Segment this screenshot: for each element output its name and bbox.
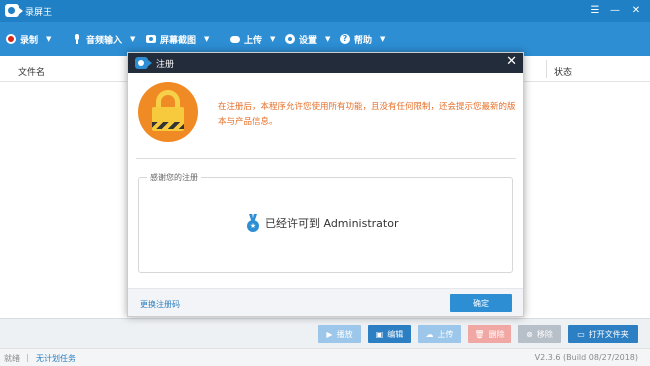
action-bar: ▶ 播放 ▣ 编辑 ☁ 上传 🗑 删除 ⊗ 移除 ▭ 打开文件夹 xyxy=(0,318,650,348)
remove-icon: ⊗ xyxy=(526,329,533,339)
dialog-close-button[interactable]: ✕ xyxy=(506,55,517,69)
medal-icon: ★ xyxy=(247,214,259,232)
delete-button[interactable]: 🗑 删除 xyxy=(468,325,511,343)
change-code-link[interactable]: 更换注册码 xyxy=(140,299,180,310)
chevron-down-icon: ▼ xyxy=(204,35,210,43)
screenshot-label: 屏幕截图 xyxy=(160,35,197,46)
delete-label: 删除 xyxy=(488,329,505,339)
chevron-down-icon: ▼ xyxy=(130,35,136,43)
screenshot-menu[interactable]: 屏幕截图 ▼ xyxy=(146,31,209,47)
audio-input-label: 音频输入 xyxy=(86,35,123,46)
edit-button[interactable]: ▣ 编辑 xyxy=(368,325,411,343)
ok-button[interactable]: 确定 xyxy=(450,294,512,312)
play-button[interactable]: ▶ 播放 xyxy=(318,325,361,343)
trash-icon: 🗑 xyxy=(474,329,485,339)
help-menu[interactable]: ? 帮助 ▼ xyxy=(340,31,385,47)
register-message: 在注册后，本程序允许您使用所有功能，且没有任何限制，还会提示您最新的版本与产品信… xyxy=(218,102,516,127)
record-label: 录制 xyxy=(20,35,39,46)
dialog-title: 注册 xyxy=(156,60,175,70)
status-bar: 就绪 | 无计划任务 V2.3.6 (Build 08/27/2018) xyxy=(0,348,650,366)
chevron-down-icon: ▼ xyxy=(325,35,331,43)
version-text: V2.3.6 (Build 08/27/2018) xyxy=(534,353,638,362)
chevron-down-icon: ▼ xyxy=(46,35,52,43)
record-menu[interactable]: 录制 ▼ xyxy=(6,31,51,47)
status-separator: | xyxy=(26,353,29,362)
upload-label: 上传 xyxy=(437,329,454,339)
cloud-upload-icon xyxy=(230,35,240,43)
dialog-title-bar: 注册 ✕ xyxy=(128,53,523,73)
lock-icon xyxy=(138,82,198,142)
licensed-to-text: 已经许可到 Administrator xyxy=(265,217,399,230)
help-label: 帮助 xyxy=(354,35,373,46)
dialog-footer: 更换注册码 确定 xyxy=(128,288,523,316)
folder-icon: ▭ xyxy=(577,329,585,339)
scheduled-tasks-link[interactable]: 无计划任务 xyxy=(36,353,76,364)
upload-button[interactable]: ☁ 上传 xyxy=(418,325,461,343)
microphone-icon xyxy=(72,34,82,44)
edit-icon: ▣ xyxy=(375,329,384,339)
chevron-down-icon: ▼ xyxy=(270,35,276,43)
gear-icon xyxy=(285,34,295,44)
record-icon xyxy=(6,34,16,44)
menu-icon[interactable]: ☰ xyxy=(586,3,604,19)
upload-label: 上传 xyxy=(244,35,263,46)
divider xyxy=(136,158,516,159)
play-icon: ▶ xyxy=(326,329,333,339)
cloud-upload-icon: ☁ xyxy=(425,329,434,339)
settings-label: 设置 xyxy=(299,35,318,46)
remove-label: 移除 xyxy=(536,329,553,339)
app-logo-icon xyxy=(135,57,152,69)
column-status[interactable]: 状态 xyxy=(554,65,572,78)
remove-button[interactable]: ⊗ 移除 xyxy=(518,325,561,343)
group-legend: 感谢您的注册 xyxy=(147,172,201,183)
play-label: 播放 xyxy=(336,329,353,339)
open-folder-label: 打开文件夹 xyxy=(588,329,629,339)
minimize-button[interactable]: — xyxy=(606,3,624,19)
camera-icon xyxy=(146,35,156,43)
open-folder-button[interactable]: ▭ 打开文件夹 xyxy=(568,325,638,343)
settings-menu[interactable]: 设置 ▼ xyxy=(285,31,330,47)
window-close-button[interactable]: ✕ xyxy=(627,3,645,19)
app-logo-icon xyxy=(5,4,23,17)
upload-menu[interactable]: 上传 ▼ xyxy=(230,31,275,47)
register-dialog: 注册 ✕ 在注册后，本程序允许您使用所有功能，且没有任何限制，还会提示您最新的版… xyxy=(127,52,524,317)
audio-input-menu[interactable]: 音频输入 ▼ xyxy=(72,31,135,47)
column-filename[interactable]: 文件名 xyxy=(18,65,45,78)
edit-label: 编辑 xyxy=(387,329,404,339)
app-title: 录屏王 xyxy=(25,8,53,18)
registration-group: 感谢您的注册 ★ 已经许可到 Administrator xyxy=(138,172,513,273)
main-toolbar: 录制 ▼ 音频输入 ▼ 屏幕截图 ▼ 上传 ▼ 设置 ▼ ? 帮助 ▼ xyxy=(0,22,650,56)
column-divider xyxy=(546,60,547,78)
chevron-down-icon: ▼ xyxy=(380,35,386,43)
status-ready: 就绪 xyxy=(4,354,20,363)
title-bar: 录屏王 ☰ — ✕ xyxy=(0,0,650,22)
help-icon: ? xyxy=(340,34,350,44)
license-status: ★ 已经许可到 Administrator xyxy=(247,214,398,232)
